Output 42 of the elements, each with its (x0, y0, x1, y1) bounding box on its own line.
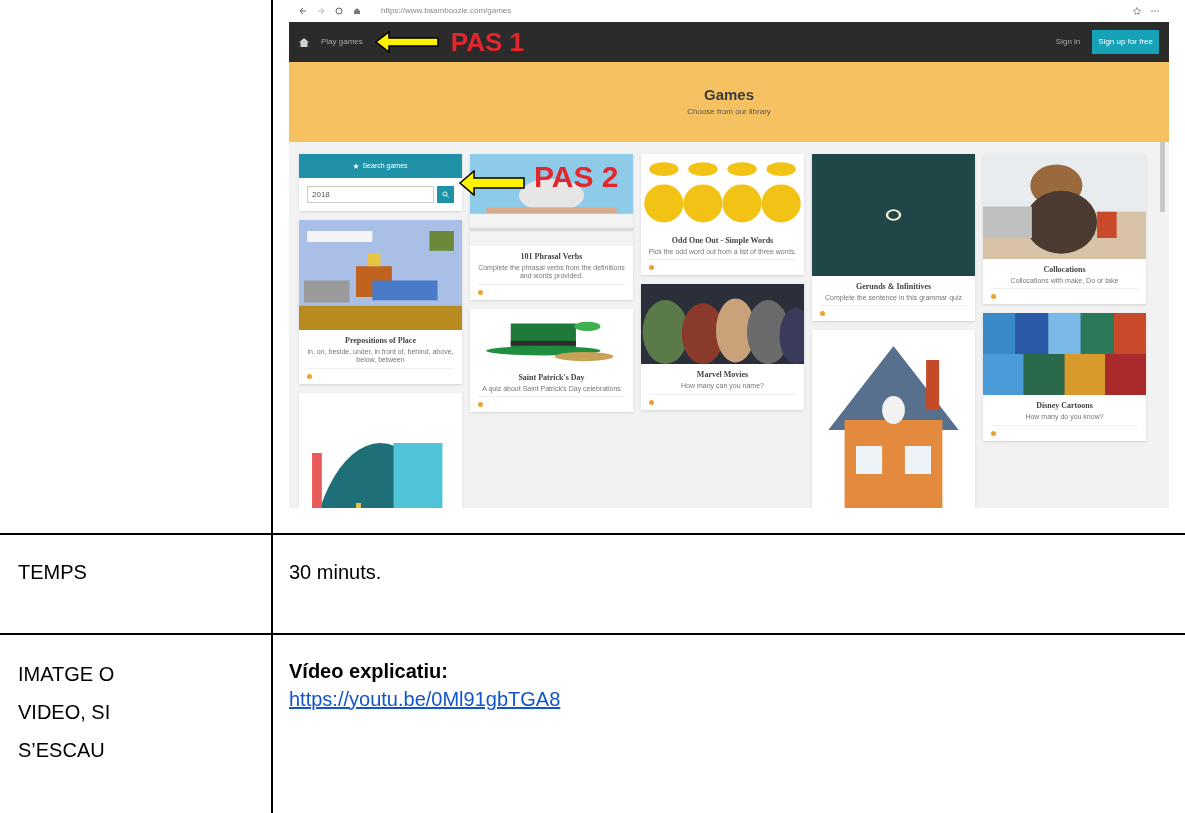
back-icon[interactable] (299, 7, 307, 15)
play-count-icon (649, 265, 654, 271)
step-label: PAS 1 (450, 29, 524, 55)
play-count-icon (478, 402, 483, 408)
arrow-icon (459, 170, 525, 196)
video-link[interactable]: https://youtu.be/0Ml91gbTGA8 (289, 685, 561, 713)
search-icon (442, 191, 449, 198)
row-heading: Vídeo explicatiu: (289, 659, 448, 684)
scrollbar[interactable] (1160, 142, 1165, 212)
card-title: Disney Cartoons (1036, 401, 1093, 411)
card-title: Marvel Movies (696, 370, 749, 380)
sign-in-link[interactable]: Sign in (1055, 36, 1081, 48)
step-label: PAS 2 (534, 162, 619, 192)
play-count-icon (307, 374, 312, 380)
home-icon[interactable] (299, 37, 309, 47)
arrow-icon (374, 31, 439, 53)
play-count-icon (820, 311, 825, 317)
search-field[interactable]: 2018 (307, 186, 434, 203)
play-count-icon (649, 399, 654, 405)
card-title: Collocations (1043, 265, 1086, 275)
card-title: Saint Patrick's Day (518, 373, 585, 383)
menu-icon[interactable] (1151, 7, 1159, 15)
card-title: Prepositions of Place (345, 336, 416, 346)
forward-icon[interactable] (317, 7, 325, 15)
card-title: 101 Phrasal Verbs (520, 252, 583, 262)
row-label: TEMPS (18, 560, 88, 585)
row-value: 30 minuts. (289, 560, 383, 585)
star-icon[interactable] (1133, 7, 1141, 15)
url-field[interactable]: https://www.baamboozle.com/games (381, 5, 512, 17)
play-count-icon (991, 430, 996, 436)
play-count-icon (478, 290, 483, 296)
star-icon (353, 163, 360, 169)
card-title: Gerunds & Infinitives (855, 282, 932, 292)
home-icon[interactable] (353, 7, 361, 15)
refresh-icon[interactable] (335, 7, 343, 15)
play-count-icon (991, 294, 996, 300)
page-subtitle: Choose from our library (687, 105, 771, 118)
card-title: Odd One Out - Simple Words (671, 236, 774, 246)
row-label: IMATGE O VIDEO, SI S’ESCAU (18, 662, 116, 763)
page-title: Games (703, 86, 754, 102)
nav-link[interactable]: Play games (321, 36, 363, 48)
search-button[interactable] (437, 186, 454, 203)
